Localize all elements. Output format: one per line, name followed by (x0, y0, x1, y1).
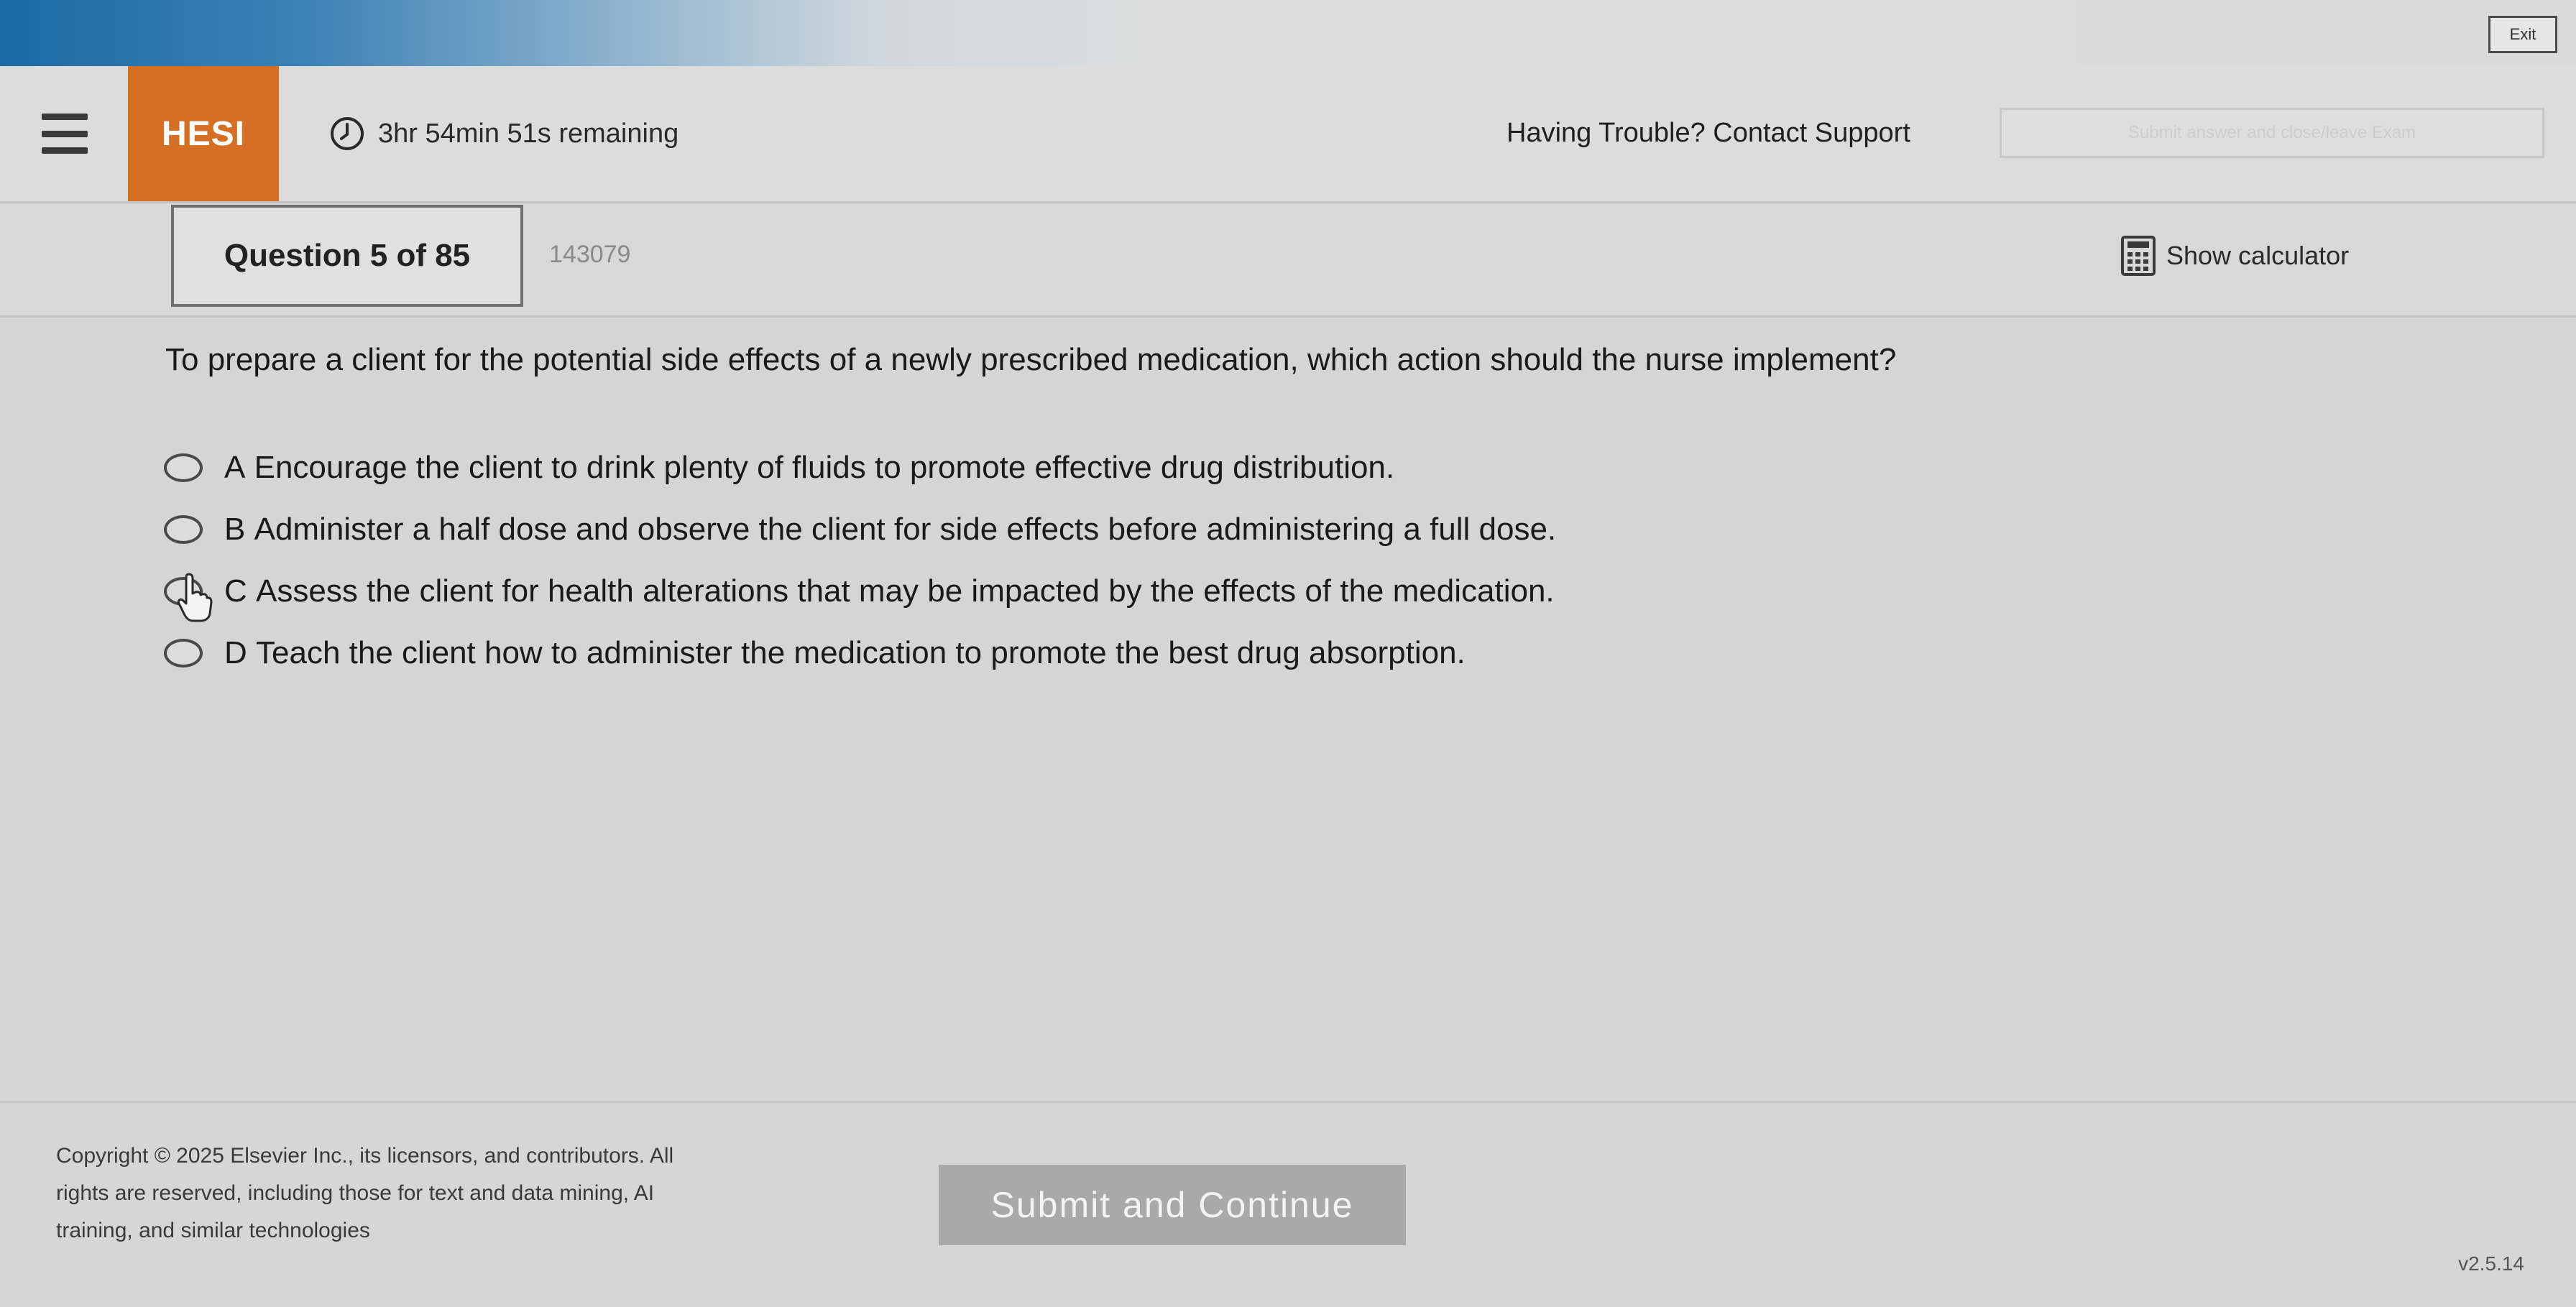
option-text: Teach the client how to administer the m… (256, 635, 1466, 670)
question-stem: To prepare a client for the potential si… (165, 342, 1897, 377)
radio-button[interactable] (164, 515, 203, 544)
brand-logo: HESI (128, 66, 279, 201)
exit-button[interactable]: Exit (2488, 16, 2557, 53)
question-bar: Question 5 of 85 143079 Show calculator (0, 203, 2576, 318)
option-letter: D (224, 635, 247, 670)
radio-button[interactable] (164, 453, 203, 482)
submit-exam-button[interactable]: Submit answer and close/leave Exam (2000, 108, 2544, 158)
option-b[interactable]: B Administer a half dose and observe the… (164, 507, 1556, 552)
option-text: Administer a half dose and observe the c… (254, 512, 1557, 547)
top-banner (0, 0, 2576, 66)
option-letter: A (224, 450, 246, 485)
option-letter: B (224, 512, 246, 547)
option-c[interactable]: C Assess the client for health alteratio… (164, 569, 1556, 622)
version-label: v2.5.14 (2458, 1252, 2524, 1275)
time-remaining: 3hr 54min 51s remaining (329, 112, 678, 155)
copyright-notice: Copyright © 2025 Elsevier Inc., its lice… (56, 1144, 674, 1242)
timer-text: 3hr 54min 51s remaining (378, 118, 679, 149)
contact-support-link[interactable]: Having Trouble? Contact Support (1506, 118, 1910, 149)
answer-options: A Encourage the client to drink plenty o… (164, 445, 1556, 693)
hand-cursor-icon (177, 573, 213, 622)
calculator-icon (2121, 236, 2156, 276)
show-calculator-button[interactable]: Show calculator (2120, 235, 2349, 277)
app-header: HESI 3hr 54min 51s remaining Having Trou… (0, 66, 2576, 203)
radio-button[interactable] (164, 639, 203, 668)
question-id: 143079 (549, 241, 631, 268)
clock-icon (331, 117, 364, 150)
calculator-label: Show calculator (2166, 241, 2350, 270)
submit-and-continue-button[interactable]: Submit and Continue (939, 1165, 1406, 1245)
page-footer: Copyright © 2025 Elsevier Inc., its lice… (0, 1101, 2576, 1307)
question-number: Question 5 of 85 (171, 205, 523, 307)
option-text: Assess the client for health alterations… (256, 573, 1555, 609)
option-d[interactable]: D Teach the client how to administer the… (164, 631, 1556, 675)
option-text: Encourage the client to drink plenty of … (254, 450, 1395, 485)
option-a[interactable]: A Encourage the client to drink plenty o… (164, 445, 1556, 490)
option-letter: C (224, 573, 247, 609)
menu-icon[interactable] (42, 114, 88, 154)
